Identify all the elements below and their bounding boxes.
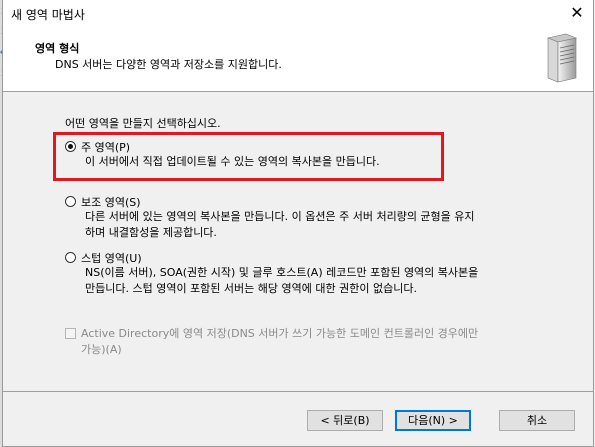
store-in-ad-label-line-1: Active Directory에 영역 저장(DNS 서버가 쓰기 가능한 도… <box>81 327 479 340</box>
server-icon <box>546 33 578 83</box>
title-bar: 새 영역 마법사 ✕ <box>3 0 593 26</box>
secondary-zone-radio[interactable] <box>65 196 76 207</box>
close-icon: ✕ <box>570 3 584 22</box>
stub-zone-radio[interactable] <box>65 252 76 263</box>
stub-zone-description-line-2: 만듭니다. 스텁 영역이 포함된 서버는 해당 영역에 대한 권한이 없습니다. <box>85 282 417 295</box>
cancel-button[interactable]: 취소 <box>499 410 575 431</box>
secondary-zone-label[interactable]: 보조 영역(S) <box>81 194 141 210</box>
stub-zone-description-line-1: NS(이름 서버), SOA(권한 시작) 및 글루 호스트(A) 레코드만 포… <box>85 266 479 279</box>
window-title: 새 영역 마법사 <box>11 8 85 22</box>
highlight-annotation-box <box>53 132 444 181</box>
store-in-ad-label: Active Directory에 영역 저장(DNS 서버가 쓰기 가능한 도… <box>81 326 551 358</box>
store-in-ad-checkbox[interactable] <box>65 328 76 339</box>
header-subtitle: DNS 서버는 다양한 영역과 저장소를 지원합니다. <box>55 58 282 71</box>
wizard-header: 영역 형식 DNS 서버는 다양한 영역과 저장소를 지원합니다. <box>3 26 593 92</box>
store-in-ad-label-line-2: 가능)(A) <box>81 343 122 356</box>
secondary-zone-description-line-1: 다른 서버에 있는 영역의 복사본을 만듭니다. 이 옵션은 주 서버 처리량의… <box>85 210 475 223</box>
stub-zone-label[interactable]: 스텁 영역(U) <box>81 250 142 266</box>
close-button[interactable]: ✕ <box>563 1 591 25</box>
secondary-zone-description-line-2: 하며 내결함성을 제공합니다. <box>85 226 217 239</box>
back-button[interactable]: < 뒤로(B) <box>307 410 383 431</box>
new-zone-wizard-dialog: 새 영역 마법사 ✕ 영역 형식 DNS 서버는 다양한 영역과 저장소를 지원… <box>2 0 594 447</box>
instruction-text: 어떤 영역을 만들지 선택하십시오. <box>65 117 221 130</box>
footer-divider <box>3 391 593 392</box>
next-button[interactable]: 다음(N) > <box>395 410 471 431</box>
header-title: 영역 형식 <box>35 42 80 55</box>
